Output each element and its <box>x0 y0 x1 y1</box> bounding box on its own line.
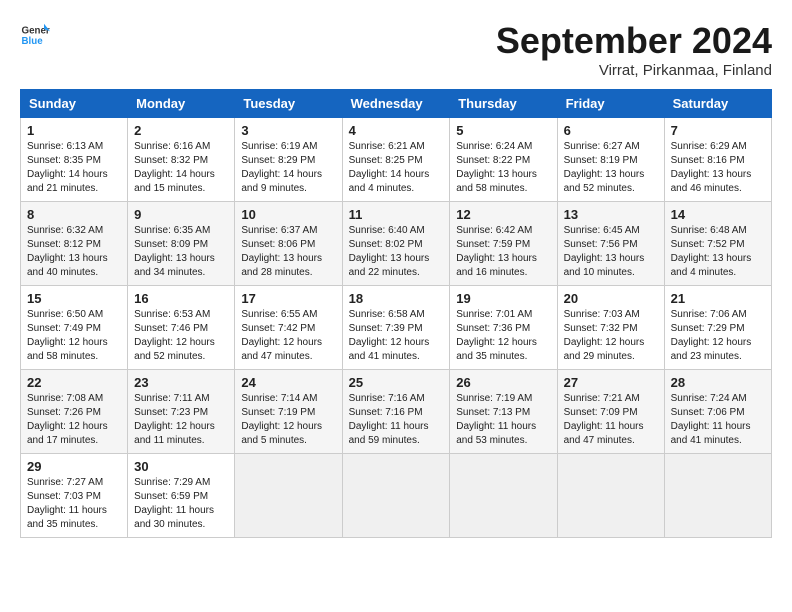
table-row: 22Sunrise: 7:08 AMSunset: 7:26 PMDayligh… <box>21 370 128 454</box>
table-row: 16Sunrise: 6:53 AMSunset: 7:46 PMDayligh… <box>128 286 235 370</box>
calendar-header-row: Sunday Monday Tuesday Wednesday Thursday… <box>21 90 772 118</box>
table-row: 10Sunrise: 6:37 AMSunset: 8:06 PMDayligh… <box>235 202 342 286</box>
col-thursday: Thursday <box>450 90 557 118</box>
table-row: 13Sunrise: 6:45 AMSunset: 7:56 PMDayligh… <box>557 202 664 286</box>
title-area: September 2024 Virrat, Pirkanmaa, Finlan… <box>496 20 772 79</box>
table-row: 8Sunrise: 6:32 AMSunset: 8:12 PMDaylight… <box>21 202 128 286</box>
table-row: 15Sunrise: 6:50 AMSunset: 7:49 PMDayligh… <box>21 286 128 370</box>
table-row: 23Sunrise: 7:11 AMSunset: 7:23 PMDayligh… <box>128 370 235 454</box>
table-row: 19Sunrise: 7:01 AMSunset: 7:36 PMDayligh… <box>450 286 557 370</box>
col-wednesday: Wednesday <box>342 90 450 118</box>
location: Virrat, Pirkanmaa, Finland <box>496 62 772 79</box>
table-row: 29Sunrise: 7:27 AMSunset: 7:03 PMDayligh… <box>21 454 128 538</box>
table-row: 4Sunrise: 6:21 AMSunset: 8:25 PMDaylight… <box>342 118 450 202</box>
logo-icon: General Blue <box>20 20 50 50</box>
table-row <box>557 454 664 538</box>
table-row: 12Sunrise: 6:42 AMSunset: 7:59 PMDayligh… <box>450 202 557 286</box>
table-row: 27Sunrise: 7:21 AMSunset: 7:09 PMDayligh… <box>557 370 664 454</box>
table-row <box>664 454 771 538</box>
svg-text:Blue: Blue <box>22 36 44 47</box>
table-row: 9Sunrise: 6:35 AMSunset: 8:09 PMDaylight… <box>128 202 235 286</box>
col-sunday: Sunday <box>21 90 128 118</box>
table-row: 6Sunrise: 6:27 AMSunset: 8:19 PMDaylight… <box>557 118 664 202</box>
calendar-table: Sunday Monday Tuesday Wednesday Thursday… <box>20 89 772 538</box>
table-row: 1Sunrise: 6:13 AMSunset: 8:35 PMDaylight… <box>21 118 128 202</box>
col-friday: Friday <box>557 90 664 118</box>
table-row: 28Sunrise: 7:24 AMSunset: 7:06 PMDayligh… <box>664 370 771 454</box>
table-row <box>235 454 342 538</box>
table-row: 26Sunrise: 7:19 AMSunset: 7:13 PMDayligh… <box>450 370 557 454</box>
table-row: 24Sunrise: 7:14 AMSunset: 7:19 PMDayligh… <box>235 370 342 454</box>
col-saturday: Saturday <box>664 90 771 118</box>
month-title: September 2024 <box>496 20 772 62</box>
table-row: 2Sunrise: 6:16 AMSunset: 8:32 PMDaylight… <box>128 118 235 202</box>
table-row: 7Sunrise: 6:29 AMSunset: 8:16 PMDaylight… <box>664 118 771 202</box>
col-monday: Monday <box>128 90 235 118</box>
table-row <box>342 454 450 538</box>
table-row: 25Sunrise: 7:16 AMSunset: 7:16 PMDayligh… <box>342 370 450 454</box>
logo: General Blue <box>20 20 50 50</box>
col-tuesday: Tuesday <box>235 90 342 118</box>
page-header: General Blue September 2024 Virrat, Pirk… <box>20 20 772 79</box>
table-row <box>450 454 557 538</box>
table-row: 20Sunrise: 7:03 AMSunset: 7:32 PMDayligh… <box>557 286 664 370</box>
table-row: 11Sunrise: 6:40 AMSunset: 8:02 PMDayligh… <box>342 202 450 286</box>
table-row: 17Sunrise: 6:55 AMSunset: 7:42 PMDayligh… <box>235 286 342 370</box>
table-row: 3Sunrise: 6:19 AMSunset: 8:29 PMDaylight… <box>235 118 342 202</box>
table-row: 21Sunrise: 7:06 AMSunset: 7:29 PMDayligh… <box>664 286 771 370</box>
table-row: 5Sunrise: 6:24 AMSunset: 8:22 PMDaylight… <box>450 118 557 202</box>
table-row: 14Sunrise: 6:48 AMSunset: 7:52 PMDayligh… <box>664 202 771 286</box>
table-row: 18Sunrise: 6:58 AMSunset: 7:39 PMDayligh… <box>342 286 450 370</box>
table-row: 30Sunrise: 7:29 AMSunset: 6:59 PMDayligh… <box>128 454 235 538</box>
